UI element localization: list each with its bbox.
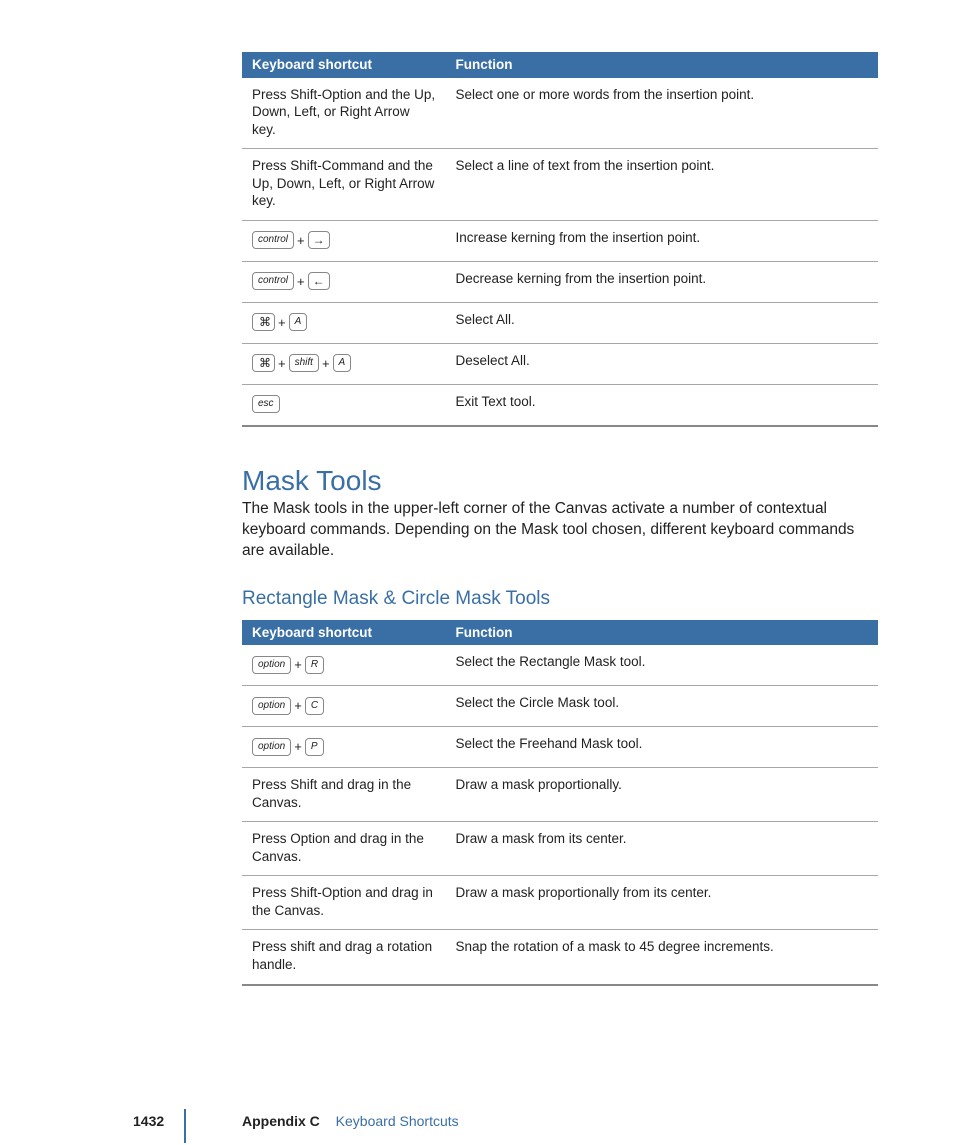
table-row: ⌘+ASelect All. xyxy=(242,302,878,343)
footer-appendix: Appendix C xyxy=(242,1113,320,1129)
shortcut-cell: esc xyxy=(242,384,446,426)
keycap: A xyxy=(333,354,352,372)
function-cell: Snap the rotation of a mask to 45 degree… xyxy=(446,930,878,985)
plus-separator: + xyxy=(297,275,305,288)
table-row: option+CSelect the Circle Mask tool. xyxy=(242,686,878,727)
table-row: Press Shift-Command and the Up, Down, Le… xyxy=(242,149,878,221)
function-cell: Select the Freehand Mask tool. xyxy=(446,727,878,768)
table-row: Press Option and drag in the Canvas.Draw… xyxy=(242,822,878,876)
plus-separator: + xyxy=(294,658,302,671)
function-cell: Deselect All. xyxy=(446,343,878,384)
keycap: option xyxy=(252,656,291,674)
shortcuts-table-1: Keyboard shortcut Function Press Shift-O… xyxy=(242,52,878,427)
table-row: control+→Increase kerning from the inser… xyxy=(242,220,878,261)
keycap: C xyxy=(305,697,324,715)
col-header-shortcut: Keyboard shortcut xyxy=(242,52,446,78)
table-row: option+PSelect the Freehand Mask tool. xyxy=(242,727,878,768)
col-header-function: Function xyxy=(446,52,878,78)
arrow-key-icon: ← xyxy=(308,272,330,290)
keycap: option xyxy=(252,697,291,715)
plus-separator: + xyxy=(294,740,302,753)
table-row: esc Exit Text tool. xyxy=(242,384,878,426)
arrow-key-icon: → xyxy=(308,231,330,249)
shortcuts-table-2: Keyboard shortcut Function option+RSelec… xyxy=(242,620,878,986)
command-key-icon: ⌘ xyxy=(252,354,275,372)
footer-text: Appendix C Keyboard Shortcuts xyxy=(242,1113,459,1129)
keycap: P xyxy=(305,738,324,756)
shortcut-cell: option+C xyxy=(242,686,446,727)
keycap: control xyxy=(252,231,294,249)
function-cell: Draw a mask from its center. xyxy=(446,822,878,876)
keycap: R xyxy=(305,656,324,674)
section-heading-mask-tools: Mask Tools xyxy=(242,465,878,497)
table-row: Press shift and drag a rotation handle.S… xyxy=(242,930,878,985)
function-cell: Decrease kerning from the insertion poin… xyxy=(446,261,878,302)
function-cell: Select All. xyxy=(446,302,878,343)
table-row: ⌘+shift+ADeselect All. xyxy=(242,343,878,384)
page-number: 1432 xyxy=(133,1113,164,1129)
function-cell: Exit Text tool. xyxy=(446,384,878,426)
shortcut-cell: option+P xyxy=(242,727,446,768)
function-cell: Draw a mask proportionally from its cent… xyxy=(446,876,878,930)
keycap: control xyxy=(252,272,294,290)
shortcut-cell: Press Shift-Option and the Up, Down, Lef… xyxy=(242,78,446,149)
shortcut-cell: ⌘+shift+A xyxy=(242,343,446,384)
function-cell: Select one or more words from the insert… xyxy=(446,78,878,149)
function-cell: Draw a mask proportionally. xyxy=(446,768,878,822)
plus-separator: + xyxy=(294,699,302,712)
shortcut-cell: Press Shift-Option and drag in the Canva… xyxy=(242,876,446,930)
function-cell: Select the Circle Mask tool. xyxy=(446,686,878,727)
table-row: Press Shift-Option and drag in the Canva… xyxy=(242,876,878,930)
plus-separator: + xyxy=(322,357,330,370)
table-row: Press Shift and drag in the Canvas.Draw … xyxy=(242,768,878,822)
table-row: option+RSelect the Rectangle Mask tool. xyxy=(242,645,878,686)
shortcut-cell: ⌘+A xyxy=(242,302,446,343)
shortcut-cell: Press Option and drag in the Canvas. xyxy=(242,822,446,876)
function-cell: Increase kerning from the insertion poin… xyxy=(446,220,878,261)
keycap: option xyxy=(252,738,291,756)
subsection-heading-rect-circle: Rectangle Mask & Circle Mask Tools xyxy=(242,588,878,610)
shortcut-cell: control+→ xyxy=(242,220,446,261)
keycap: A xyxy=(289,313,308,331)
footer-chapter: Keyboard Shortcuts xyxy=(336,1113,459,1129)
table-row: control+←Decrease kerning from the inser… xyxy=(242,261,878,302)
function-cell: Select a line of text from the insertion… xyxy=(446,149,878,221)
shortcut-cell: Press shift and drag a rotation handle. xyxy=(242,930,446,985)
col-header-function: Function xyxy=(446,620,878,646)
plus-separator: + xyxy=(278,357,286,370)
shortcut-cell: option+R xyxy=(242,645,446,686)
shortcut-cell: Press Shift-Command and the Up, Down, Le… xyxy=(242,149,446,221)
section-paragraph: The Mask tools in the upper-left corner … xyxy=(242,499,878,562)
plus-separator: + xyxy=(297,234,305,247)
table-row: Press Shift-Option and the Up, Down, Lef… xyxy=(242,78,878,149)
footer-divider xyxy=(184,1109,186,1143)
shortcut-cell: Press Shift and drag in the Canvas. xyxy=(242,768,446,822)
col-header-shortcut: Keyboard shortcut xyxy=(242,620,446,646)
page-content: Keyboard shortcut Function Press Shift-O… xyxy=(242,52,878,986)
plus-separator: + xyxy=(278,316,286,329)
keycap: esc xyxy=(252,395,280,413)
keycap: shift xyxy=(289,354,319,372)
shortcut-cell: control+← xyxy=(242,261,446,302)
function-cell: Select the Rectangle Mask tool. xyxy=(446,645,878,686)
command-key-icon: ⌘ xyxy=(252,313,275,331)
